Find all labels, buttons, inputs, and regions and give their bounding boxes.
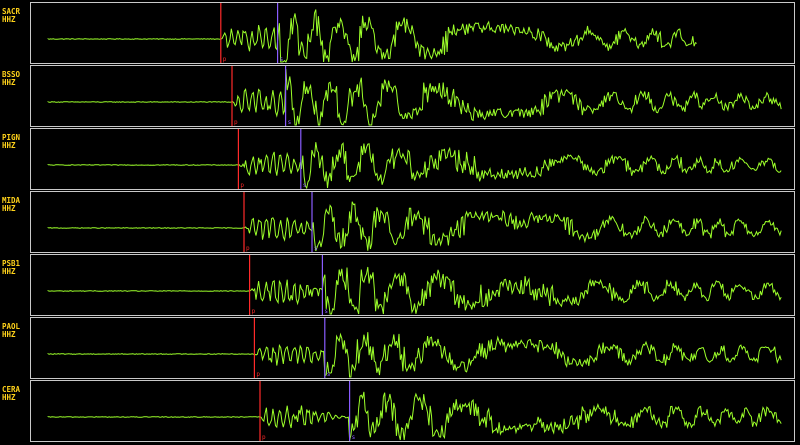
waveform-plot-pign: ps — [47, 129, 782, 190]
s-pick-label: s — [280, 56, 284, 63]
waveform-plot-bsso: ps — [47, 66, 782, 126]
waveform-trace — [47, 142, 782, 190]
waveform-trace — [47, 201, 782, 252]
waveform-trace — [47, 332, 782, 378]
s-pick-label: s — [288, 119, 292, 126]
p-pick-label: p — [256, 371, 260, 378]
waveform-trace — [47, 69, 782, 126]
waveform-plot-cera: ps — [47, 381, 782, 441]
waveform-trace — [47, 391, 782, 441]
p-pick-label: p — [234, 119, 238, 126]
p-pick-label: p — [262, 434, 266, 441]
s-pick-label: s — [352, 434, 356, 441]
waveform-plot-sacr: ps — [47, 3, 697, 63]
seismogram-display: SACR HHZ p s BSSO HHZ p s PIGN HHZ p s MIDA HHZ p s PSB1… — [0, 0, 800, 445]
waveform-plot-mida: ps — [47, 192, 782, 252]
s-pick-label: s — [303, 182, 307, 189]
s-pick-label: s — [314, 245, 318, 252]
p-pick-label: p — [246, 245, 250, 252]
p-pick-label: p — [252, 308, 256, 315]
s-pick-label: s — [324, 308, 328, 315]
waveform-plot-paol: ps — [47, 318, 782, 378]
p-pick-label: p — [240, 182, 244, 189]
waveform-plot-psb1: ps — [47, 255, 782, 315]
p-pick-label: p — [223, 56, 227, 63]
s-pick-label: s — [327, 371, 331, 378]
waveform-trace — [47, 266, 782, 315]
waveform-trace — [47, 9, 697, 63]
